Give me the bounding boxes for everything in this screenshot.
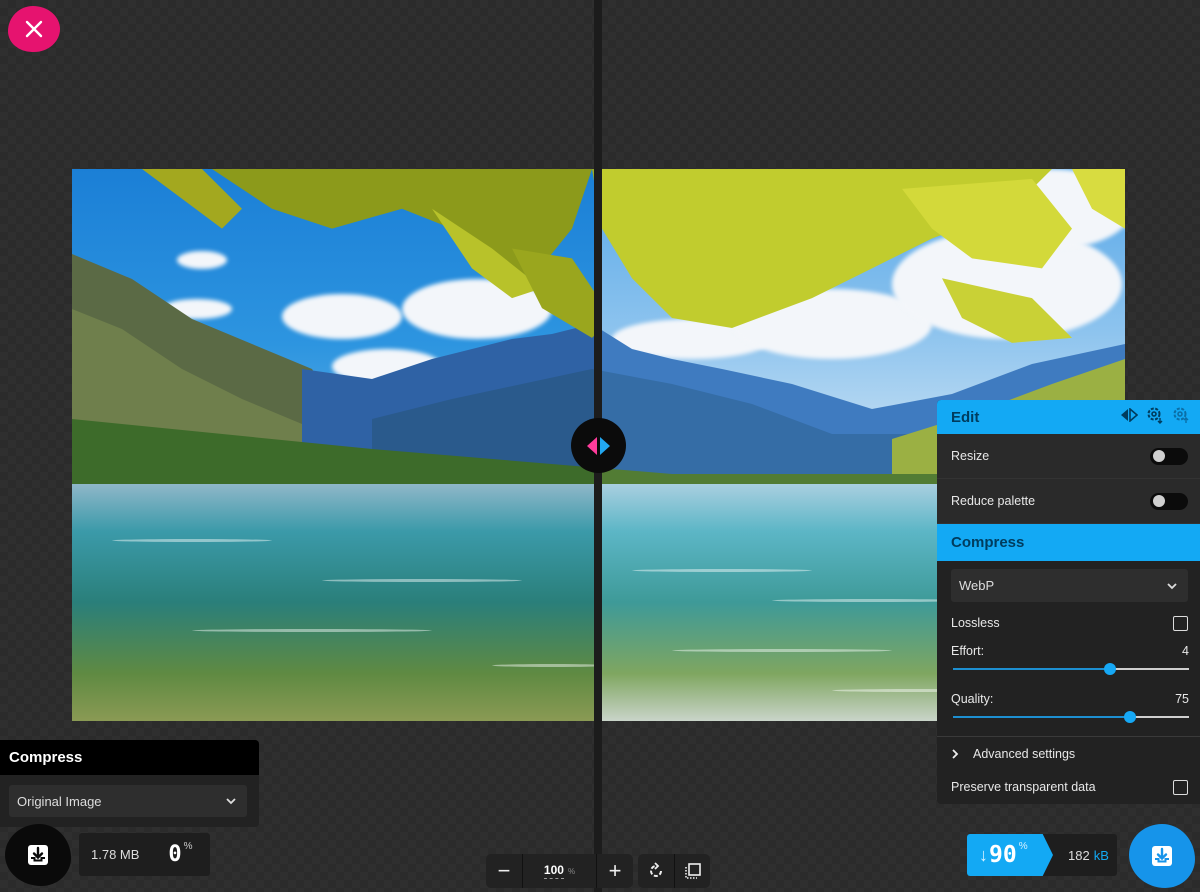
lossless-row: Lossless (937, 602, 1200, 644)
edit-section-header: Edit (937, 400, 1200, 434)
quality-slider[interactable] (953, 706, 1189, 728)
chevron-down-icon (1167, 582, 1177, 589)
download-original-button[interactable] (5, 824, 71, 886)
zoom-level-value: 100 (543, 863, 564, 879)
reduce-palette-row: Reduce palette (937, 479, 1200, 524)
output-options-panel: Edit Resize Reduce palette Compress WebP… (937, 400, 1200, 804)
compare-icon[interactable] (1120, 407, 1139, 426)
zoom-out-button[interactable]: − (486, 854, 522, 888)
savings-arrow: ↓ (979, 844, 988, 865)
resize-label: Resize (951, 449, 990, 463)
original-savings-unit: % (183, 841, 193, 852)
left-compress-header: Compress (0, 740, 259, 775)
zoom-in-button[interactable]: + (597, 854, 633, 888)
compress-section-header: Compress (937, 524, 1200, 561)
original-result-info: 1.78 MB 0 % (79, 833, 210, 876)
arrow-left-icon (587, 436, 597, 455)
rotate-button[interactable] (638, 854, 674, 888)
download-icon (1152, 846, 1172, 866)
preserve-transparent-checkbox[interactable] (1173, 779, 1188, 795)
left-format-select[interactable]: Original Image (9, 785, 247, 817)
effort-label: Effort: (951, 644, 985, 658)
download-compressed-button[interactable] (1129, 824, 1195, 888)
preserve-transparent-row: Preserve transparent data (937, 770, 1200, 804)
format-select-value: WebP (959, 578, 995, 593)
zoom-level-input[interactable]: 100 % (522, 854, 597, 888)
view-tools (638, 854, 710, 888)
advanced-settings-label: Advanced settings (973, 746, 1076, 761)
resize-row: Resize (937, 434, 1200, 479)
compressed-file-size: 182 kB (1068, 834, 1109, 876)
left-format-select-value: Original Image (17, 793, 102, 809)
chevron-right-icon (952, 748, 959, 759)
advanced-settings-toggle[interactable]: Advanced settings (937, 737, 1200, 770)
reduce-palette-label: Reduce palette (951, 494, 1036, 508)
rotate-icon (650, 862, 662, 877)
zoom-controls: − 100 % + (486, 854, 633, 888)
effort-slider-thumb[interactable] (1104, 663, 1117, 675)
format-select[interactable]: WebP (951, 569, 1188, 602)
effort-control: Effort: 4 (937, 644, 1200, 680)
settings-import-icon[interactable] (1172, 406, 1190, 428)
compressed-size-unit: kB (1093, 847, 1109, 863)
savings-value: 90 (989, 842, 1017, 868)
original-file-size: 1.78 MB (91, 847, 140, 862)
quality-control: Quality: 75 (937, 692, 1200, 728)
zoom-level-unit: % (567, 866, 576, 876)
edit-title: Edit (951, 408, 980, 426)
compressed-result-info: ↓ 90 % 182 kB (967, 834, 1117, 876)
savings-badge: ↓ 90 % (967, 834, 1053, 876)
original-savings-value: 0 (168, 842, 182, 867)
resize-toggle[interactable] (1150, 447, 1188, 465)
effort-slider[interactable] (953, 658, 1189, 680)
close-button[interactable] (8, 6, 60, 52)
lossless-label: Lossless (951, 616, 1000, 630)
quality-slider-thumb[interactable] (1124, 711, 1136, 723)
reduce-palette-toggle[interactable] (1150, 492, 1188, 510)
savings-unit: % (1018, 841, 1028, 852)
close-icon (25, 20, 43, 38)
chevron-down-icon (226, 798, 236, 805)
download-icon (28, 845, 48, 865)
compressed-size-value: 182 (1068, 847, 1090, 863)
quality-value: 75 (1175, 692, 1189, 706)
arrow-right-icon (600, 436, 610, 455)
settings-save-icon[interactable] (1146, 406, 1164, 428)
background-icon (684, 863, 701, 879)
compress-title: Compress (951, 534, 1025, 551)
original-options-panel: Compress Original Image (0, 740, 259, 827)
preserve-transparent-label: Preserve transparent data (951, 780, 1096, 794)
effort-value: 4 (1182, 644, 1189, 658)
original-image-view (72, 169, 598, 721)
background-toggle-button[interactable] (674, 854, 710, 888)
lossless-checkbox[interactable] (1173, 615, 1188, 631)
quality-label: Quality: (951, 692, 994, 706)
comparison-slider-handle[interactable] (571, 418, 626, 473)
